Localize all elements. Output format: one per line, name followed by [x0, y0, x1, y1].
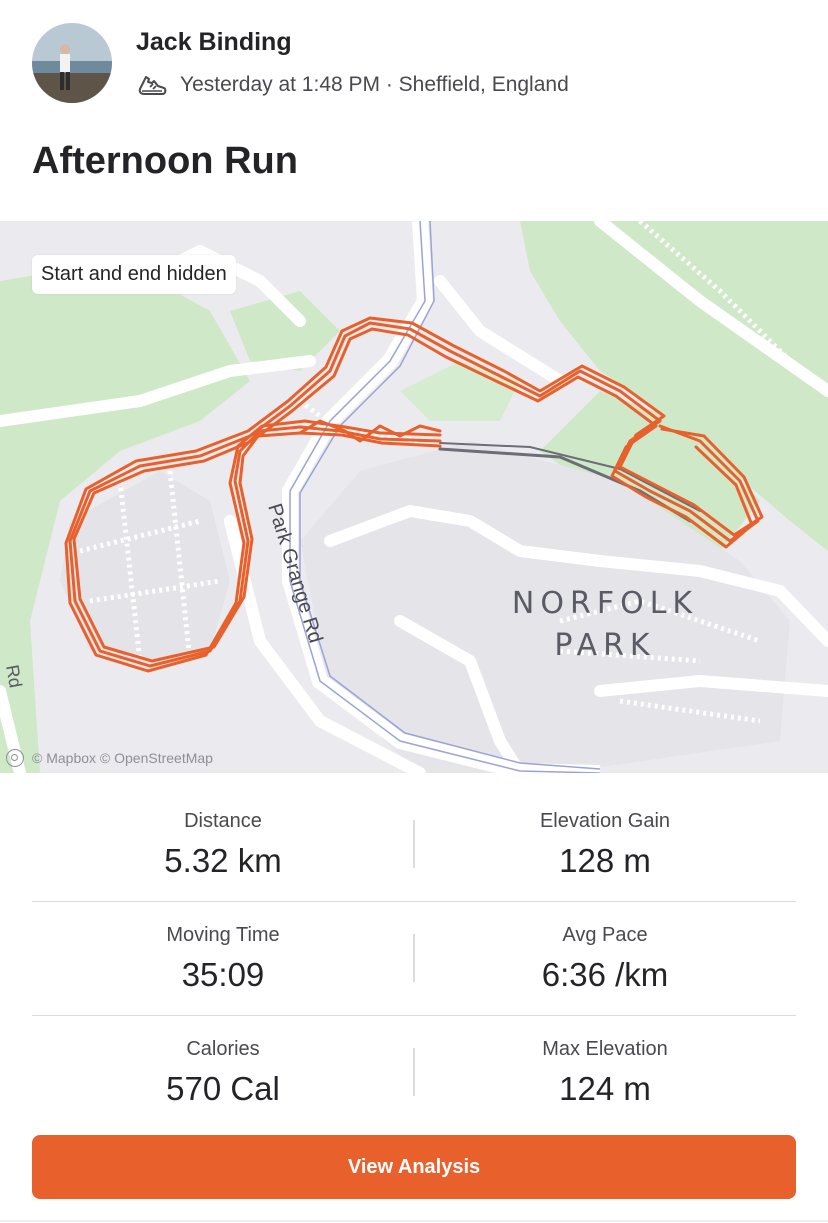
stat-value: 5.32 km — [164, 842, 282, 879]
stat-value: 6:36 /km — [541, 956, 669, 993]
athlete-avatar[interactable] — [32, 23, 112, 103]
stat-elevation-gain: Elevation Gain 128 m — [414, 808, 796, 884]
stat-label: Elevation Gain — [539, 810, 671, 832]
activity-header: Jack Binding Yesterday at 1:48 PM · Shef… — [0, 0, 828, 130]
stat-label: Calories — [186, 1038, 260, 1060]
privacy-badge: Start and end hidden — [32, 255, 236, 294]
route-map[interactable]: Park Grange Rd NORFOLK PARK Rd Start and… — [0, 221, 828, 773]
avatar-photo — [32, 23, 112, 103]
stat-avg-pace: Avg Pace 6:36 /km — [414, 922, 796, 998]
park-label-line2: PARK — [554, 628, 655, 663]
park-label-line1: NORFOLK — [512, 586, 698, 621]
stat-calories: Calories 570 Cal — [32, 1036, 414, 1112]
activity-meta: Yesterday at 1:48 PM · Sheffield, Englan… — [136, 68, 569, 102]
stats-row: Moving Time 35:09 Avg Pace 6:36 /km — [32, 902, 796, 1016]
running-shoe-icon — [138, 76, 167, 95]
stat-label: Max Elevation — [542, 1038, 668, 1060]
stat-value: 35:09 — [181, 956, 265, 993]
attribution-text: © Mapbox © OpenStreetMap — [32, 750, 213, 766]
footer-divider — [0, 1220, 828, 1222]
stat-value: 124 m — [559, 1070, 651, 1107]
mapbox-logo-icon — [6, 749, 24, 767]
athlete-name[interactable]: Jack Binding — [136, 28, 292, 57]
stats-row: Distance 5.32 km Elevation Gain 128 m — [32, 788, 796, 902]
stat-value: 570 Cal — [166, 1070, 280, 1107]
stat-value: 128 m — [559, 842, 651, 879]
activity-title[interactable]: Afternoon Run — [32, 140, 298, 183]
stats-grid: Distance 5.32 km Elevation Gain 128 m Mo… — [32, 788, 796, 1129]
stats-row: Calories 570 Cal Max Elevation 124 m — [32, 1016, 796, 1129]
stat-moving-time: Moving Time 35:09 — [32, 922, 414, 998]
stat-label: Avg Pace — [562, 924, 648, 946]
view-analysis-button[interactable]: View Analysis — [32, 1135, 796, 1199]
map-attribution[interactable]: © Mapbox © OpenStreetMap — [6, 749, 213, 767]
stat-label: Moving Time — [166, 924, 280, 946]
stat-max-elevation: Max Elevation 124 m — [414, 1036, 796, 1112]
edge-road-label: Rd — [2, 663, 26, 689]
activity-date-location: Yesterday at 1:48 PM · Sheffield, Englan… — [180, 73, 569, 96]
map-canvas: Park Grange Rd NORFOLK PARK Rd — [0, 221, 828, 773]
stat-distance: Distance 5.32 km — [32, 808, 414, 884]
stat-label: Distance — [184, 810, 262, 832]
